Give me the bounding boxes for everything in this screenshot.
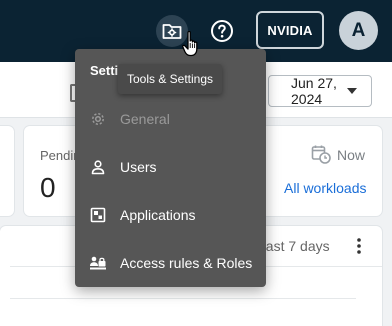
help-circle-icon <box>211 20 233 42</box>
menu-item-applications[interactable]: Applications <box>75 191 266 239</box>
organization-button[interactable]: NVIDIA <box>256 11 324 49</box>
menu-item-label: General <box>120 111 170 127</box>
calendar-clock-icon <box>311 145 331 164</box>
all-workloads-link[interactable]: All workloads <box>284 180 366 196</box>
panel-divider-secondary <box>10 298 356 299</box>
time-range-label: Last 7 days <box>258 238 330 254</box>
menu-item-label: Access rules & Roles <box>120 255 253 271</box>
menu-item-access-rules-roles[interactable]: Access rules & Roles <box>75 239 266 287</box>
tools-settings-tooltip: Tools & Settings <box>118 64 222 94</box>
menu-item-general[interactable]: General <box>75 95 266 143</box>
date-picker-value: Jun 27, 2024 <box>291 75 337 107</box>
user-avatar[interactable]: A <box>339 11 378 50</box>
summary-card-left <box>0 126 14 216</box>
caret-down-icon <box>347 88 357 94</box>
help-button[interactable] <box>208 17 236 45</box>
menu-item-label: Applications <box>120 207 196 223</box>
now-label: Now <box>337 147 366 163</box>
folder-gear-icon <box>162 24 182 39</box>
person-icon <box>89 158 107 176</box>
hand-cursor-icon <box>182 30 198 57</box>
pending-value: 0 <box>40 172 56 203</box>
menu-item-label: Users <box>120 159 157 175</box>
menu-item-users[interactable]: Users <box>75 143 266 191</box>
gear-icon <box>89 110 107 128</box>
more-options-icon[interactable] <box>355 237 363 255</box>
application-icon <box>89 206 107 224</box>
access-rules-icon <box>89 254 107 272</box>
date-picker[interactable]: Jun 27, 2024 <box>268 75 372 107</box>
